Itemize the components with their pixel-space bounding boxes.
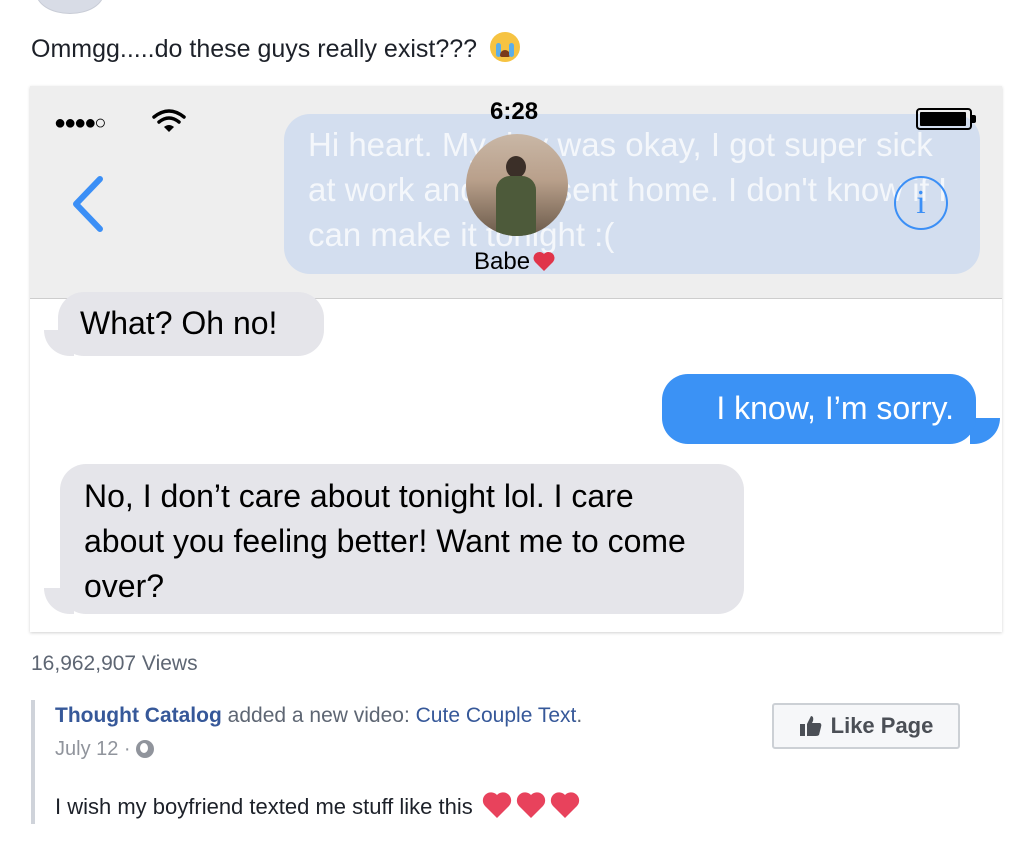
heart-icon (482, 792, 512, 818)
period: . (576, 704, 583, 727)
message-bubble-incoming: What? Oh no! (58, 292, 324, 356)
shared-post-rule (31, 700, 35, 824)
message-bubble-incoming: No, I don’t care about tonight lol. I ca… (60, 464, 744, 614)
view-count: 16,962,907 Views (31, 652, 198, 675)
added-text: added a new video: (227, 704, 410, 727)
wifi-icon (152, 109, 186, 132)
heart-icon (533, 251, 555, 271)
shared-caption: I wish my boyfriend texted me stuff like… (55, 790, 581, 820)
contact-name-label: Babe (474, 248, 531, 275)
faded-message-bubble: Hi heart. My day was okay, I got super s… (284, 114, 980, 274)
info-icon[interactable]: i (894, 176, 948, 230)
page-name-link[interactable]: Thought Catalog (55, 704, 222, 727)
imessage-header: Hi heart. My day was okay, I got super s… (30, 86, 1002, 299)
battery-icon (916, 108, 976, 130)
heart-icon (550, 792, 580, 818)
crying-face-icon (490, 32, 520, 62)
shared-caption-text: I wish my boyfriend texted me stuff like… (55, 794, 473, 819)
signal-strength-icon: ●●●●○ (54, 112, 106, 134)
post-date: July 12 · (55, 738, 155, 761)
video-player[interactable]: Hi heart. My day was okay, I got super s… (30, 86, 1002, 632)
post-text-content: Ommgg.....do these guys really exist??? (31, 35, 478, 63)
post-date-text[interactable]: July 12 · (55, 738, 131, 760)
poster-avatar[interactable] (36, 0, 104, 14)
status-time: 6:28 (490, 98, 539, 125)
heart-icon (516, 792, 546, 818)
contact-avatar (466, 134, 568, 236)
shared-attribution: Thought Catalog added a new video: Cute … (55, 704, 582, 728)
video-title-link[interactable]: Cute Couple Text (416, 704, 577, 727)
thumbs-up-icon (799, 716, 821, 736)
contact-name: Babe (474, 248, 556, 276)
message-bubble-outgoing: I know, I’m sorry. (662, 374, 976, 444)
post-text: Ommgg.....do these guys really exist??? (31, 32, 520, 64)
like-page-label: Like Page (830, 713, 934, 738)
globe-icon (136, 740, 155, 758)
mute-icon[interactable] (922, 554, 976, 608)
like-page-button[interactable]: Like Page (772, 703, 960, 749)
back-chevron-icon[interactable] (68, 174, 108, 234)
